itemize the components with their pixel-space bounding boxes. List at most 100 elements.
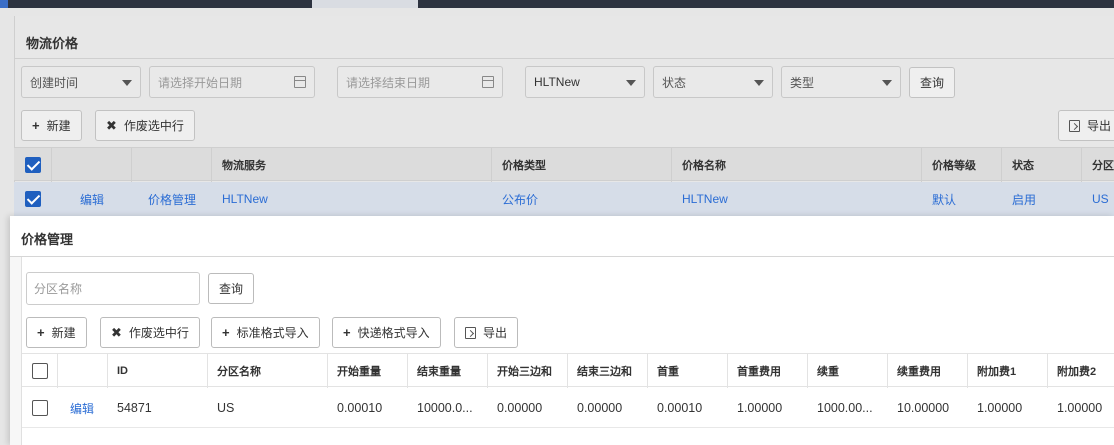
chevron-down-icon [882, 80, 892, 86]
zone-search-input[interactable]: 分区名称 [26, 272, 200, 305]
edit-link[interactable]: 编辑 [80, 182, 104, 216]
void-selected-button[interactable]: ✖ 作废选中行 [100, 317, 200, 348]
end-sides-cell: 0.00000 [577, 401, 623, 415]
export-label: 导出 [483, 326, 508, 340]
void-selected-label: 作废选中行 [123, 119, 184, 133]
extra-fee-cell: 10.00000 [897, 401, 950, 415]
zone-cell: US [1092, 192, 1109, 206]
status-cell: 启用 [1012, 192, 1037, 207]
service-value: HLTNew [534, 75, 580, 89]
price-type-cell: 公布价 [502, 192, 539, 207]
zone-cell: US [217, 401, 235, 415]
column-header[interactable]: 附加费2 [1057, 354, 1096, 388]
column-header[interactable]: 分区 [1092, 148, 1114, 182]
price-manage-link[interactable]: 价格管理 [148, 182, 196, 216]
active-nav-tab[interactable] [312, 0, 418, 8]
checkbox-checked-icon [25, 157, 41, 173]
plus-icon: + [222, 325, 230, 340]
close-icon: ✖ [106, 117, 117, 133]
table-header: ID 分区名称 开始重量 结束重量 开始三边和 结束三边和 首重 首重费用 续重… [22, 353, 1114, 388]
column-header[interactable]: 续重费用 [897, 354, 941, 388]
column-divider [887, 354, 888, 388]
new-button[interactable]: + 新建 [26, 317, 87, 348]
column-header[interactable]: 结束三边和 [577, 354, 632, 388]
service-select[interactable]: HLTNew [525, 66, 645, 98]
void-selected-button[interactable]: ✖ 作废选中行 [95, 110, 195, 141]
column-divider [207, 354, 208, 388]
zone-search-placeholder: 分区名称 [34, 282, 83, 296]
column-divider [967, 354, 968, 388]
column-header[interactable]: 物流服务 [222, 148, 266, 182]
export-button[interactable]: 导出 [1058, 110, 1114, 141]
column-header[interactable]: 开始三边和 [497, 354, 552, 388]
import-express-button[interactable]: + 快递格式导入 [332, 317, 441, 348]
column-divider [407, 354, 408, 388]
checkbox-unchecked-icon [32, 400, 48, 416]
start-date-placeholder: 请选择开始日期 [158, 75, 243, 90]
query-label: 查询 [920, 76, 945, 90]
row-checkbox[interactable] [32, 388, 52, 428]
export-icon [465, 326, 476, 339]
chevron-down-icon [754, 80, 764, 86]
start-date-input[interactable]: 请选择开始日期 [149, 66, 315, 98]
column-header[interactable]: 分区名称 [217, 354, 261, 388]
table-row[interactable]: 编辑 价格管理 HLTNew 公布价 HLTNew 默认 启用 US [14, 182, 1114, 216]
first-weight-cell: 0.00010 [657, 401, 703, 415]
export-button[interactable]: 导出 [454, 317, 519, 348]
column-header[interactable]: 附加费1 [977, 354, 1016, 388]
end-date-input[interactable]: 请选择结束日期 [337, 66, 503, 98]
export-icon [1069, 119, 1080, 132]
new-button[interactable]: + 新建 [21, 110, 82, 141]
calendar-icon [294, 76, 306, 88]
type-value: 类型 [790, 75, 815, 90]
void-selected-label: 作废选中行 [128, 326, 189, 340]
column-header[interactable]: 首重费用 [737, 354, 781, 388]
column-header[interactable]: 价格类型 [502, 148, 546, 182]
column-divider [211, 148, 212, 182]
checkbox-checked-icon [25, 191, 41, 207]
column-header[interactable]: 续重 [817, 354, 839, 388]
column-header[interactable]: 状态 [1012, 148, 1034, 182]
extra-weight-cell: 1000.00... [817, 401, 873, 415]
edit-link[interactable]: 编辑 [70, 388, 94, 428]
column-header[interactable]: 结束重量 [417, 354, 461, 388]
select-all-checkbox[interactable] [25, 148, 45, 182]
import-standard-button[interactable]: + 标准格式导入 [211, 317, 320, 348]
column-header[interactable]: 开始重量 [337, 354, 381, 388]
plus-icon: + [32, 118, 40, 133]
level-cell: 默认 [932, 192, 957, 207]
column-header[interactable]: ID [117, 354, 128, 388]
status-select[interactable]: 状态 [653, 66, 773, 98]
dialog-body: 分区名称 查询 + 新建 ✖ 作废选中行 + 标准格式导入 + 快递格式导入 导… [10, 257, 1114, 445]
query-button[interactable]: 查询 [208, 273, 255, 304]
column-divider [1047, 354, 1048, 388]
column-divider [491, 148, 492, 182]
type-select[interactable]: 类型 [781, 66, 901, 98]
select-all-checkbox[interactable] [32, 354, 52, 388]
column-header[interactable]: 首重 [657, 354, 679, 388]
time-type-select[interactable]: 创建时间 [21, 66, 141, 98]
import-express-label: 快递格式导入 [357, 326, 430, 340]
checkbox-unchecked-icon [32, 363, 48, 379]
column-divider [647, 354, 648, 388]
table-row[interactable]: 编辑 54871 US 0.00010 10000.0... 0.00000 0… [22, 388, 1114, 428]
column-divider [727, 354, 728, 388]
service-cell: HLTNew [222, 192, 268, 206]
column-divider [107, 354, 108, 388]
price-name-cell: HLTNew [682, 192, 728, 206]
surcharge1-cell: 1.00000 [977, 401, 1023, 415]
divider [14, 58, 1114, 59]
price-management-dialog: 价格管理 分区名称 查询 + 新建 ✖ 作废选中行 + 标准格式导入 + 快递格… [10, 216, 1114, 445]
column-divider [131, 148, 132, 182]
calendar-icon [482, 76, 494, 88]
column-header[interactable]: 价格等级 [932, 148, 976, 182]
query-button[interactable]: 查询 [909, 67, 956, 98]
new-label: 新建 [46, 119, 71, 133]
table-header: 物流服务 价格类型 价格名称 价格等级 状态 分区 [14, 147, 1114, 182]
row-checkbox[interactable] [25, 182, 45, 216]
column-divider [1001, 148, 1002, 182]
import-standard-label: 标准格式导入 [236, 326, 309, 340]
dialog-content: 分区名称 查询 + 新建 ✖ 作废选中行 + 标准格式导入 + 快递格式导入 导… [21, 257, 1114, 445]
column-header[interactable]: 价格名称 [682, 148, 726, 182]
column-divider [1081, 148, 1082, 182]
